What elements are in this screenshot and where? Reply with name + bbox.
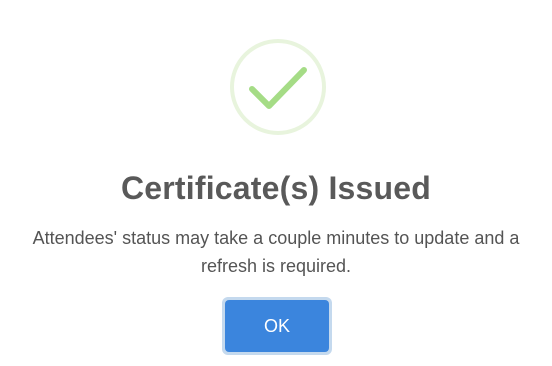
dialog-title: Certificate(s) Issued	[120, 170, 432, 206]
dialog-message: Attendees' status may take a couple minu…	[32, 228, 520, 276]
success-dialog: Certificate(s) Issued Attendees' status …	[0, 0, 552, 366]
ok-button-focus-ring: OK	[222, 297, 332, 355]
ok-button[interactable]: OK	[225, 300, 329, 352]
success-check-icon	[229, 38, 327, 136]
